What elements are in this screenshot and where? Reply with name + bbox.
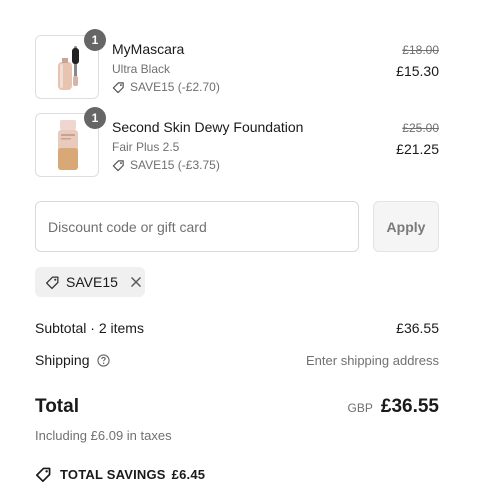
quantity-badge: 1: [84, 29, 106, 51]
original-price: £25.00: [402, 121, 439, 135]
total-label: Total: [35, 396, 79, 417]
shipping-value: Enter shipping address: [306, 352, 439, 368]
tag-icon: [35, 467, 51, 483]
cart-item: 1 MyMascara Ultra Black SAVE15 (-£2.70) …: [35, 29, 439, 99]
shipping-row: Shipping Enter shipping address: [35, 352, 439, 368]
applied-discount-chip: SAVE15: [35, 267, 145, 297]
tag-icon: [112, 159, 124, 171]
subtotal-label: Subtotal · 2 items: [35, 320, 144, 336]
subtotal-row: Subtotal · 2 items £36.55: [35, 320, 439, 336]
remove-discount-button[interactable]: [130, 276, 142, 288]
total-row: Total GBP £36.55: [35, 396, 439, 418]
tag-icon: [112, 81, 124, 93]
discount-code-input[interactable]: [35, 201, 359, 252]
cart-item: 1 Second Skin Dewy Foundation Fair Plus …: [35, 107, 439, 177]
item-discount: SAVE15 (-£2.70): [112, 80, 220, 94]
product-variant: Ultra Black: [112, 62, 171, 76]
total-savings-value: £6.45: [171, 467, 206, 482]
taxes-note: Including £6.09 in taxes: [35, 428, 172, 443]
product-name: MyMascara: [112, 41, 185, 57]
item-discount: SAVE15 (-£3.75): [112, 158, 303, 172]
apply-button[interactable]: Apply: [373, 201, 439, 252]
currency-code: GBP: [347, 401, 373, 415]
product-image-mascara: 1: [35, 29, 106, 99]
product-variant: Fair Plus 2.5: [112, 140, 180, 154]
applied-discount-code: SAVE15: [66, 274, 118, 290]
shipping-label: Shipping: [35, 352, 90, 368]
total-value: £36.55: [380, 396, 439, 417]
total-savings: TOTAL SAVINGS £6.45: [35, 466, 205, 483]
product-image-foundation: 1: [35, 107, 106, 177]
item-discount-text: SAVE15 (-£2.70): [130, 80, 220, 94]
product-name: Second Skin Dewy Foundation: [112, 119, 304, 135]
discounted-price: £15.30: [396, 63, 439, 79]
total-savings-label: TOTAL SAVINGS: [60, 467, 166, 482]
original-price: £18.00: [402, 43, 439, 57]
item-discount-text: SAVE15 (-£3.75): [130, 158, 220, 172]
quantity-badge: 1: [84, 107, 106, 129]
subtotal-value: £36.55: [396, 320, 439, 336]
discounted-price: £21.25: [396, 141, 439, 157]
close-icon: [130, 277, 141, 287]
help-circle-icon[interactable]: [96, 353, 110, 367]
tag-icon: [45, 276, 59, 289]
